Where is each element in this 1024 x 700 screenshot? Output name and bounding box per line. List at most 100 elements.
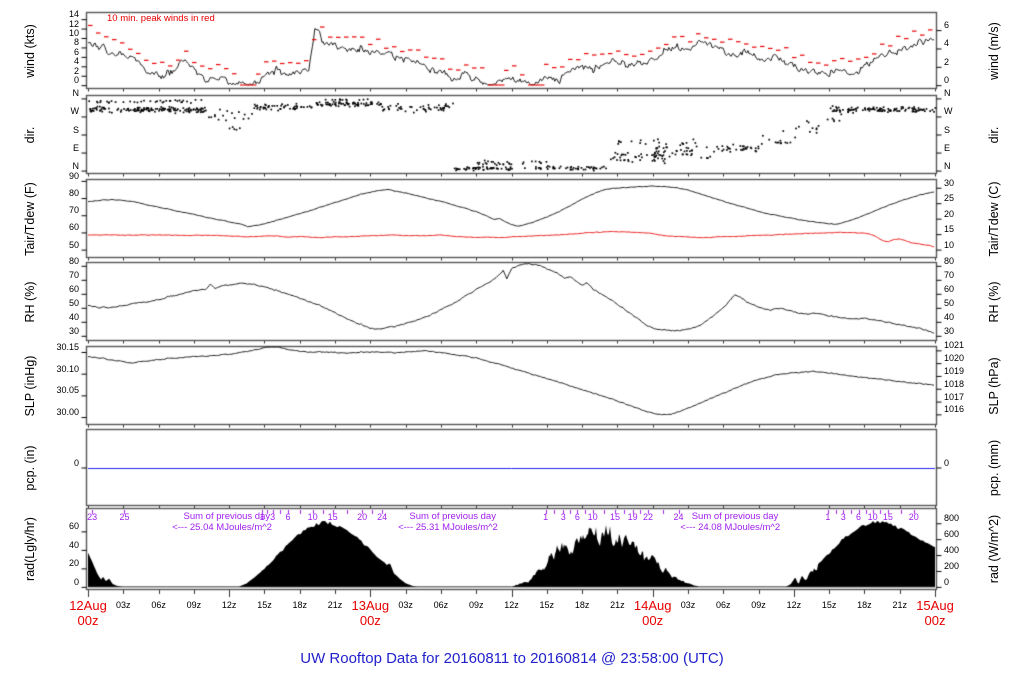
x-major-label: 15Aug 00z: [916, 598, 954, 628]
rad-cumsum-tick: 20: [908, 512, 919, 522]
rad-cumsum-tick: 23: [87, 512, 98, 522]
rad-cumsum-tick: 15: [882, 512, 893, 522]
y-tick-label-right-wind: 6: [944, 20, 950, 31]
y-tick-label-right-slp: 1019: [944, 365, 965, 376]
rad-cumsum-tick: 15: [610, 512, 621, 522]
y-tick-label-right-slp: 1018: [944, 378, 965, 389]
x-minor-label: 09z: [468, 600, 484, 610]
y-tick-label-right-rh: 40: [944, 311, 955, 322]
axis-title-right-dir: dir.: [987, 126, 1001, 143]
y-tick-label-left-rh: 30: [68, 325, 79, 336]
y-tick-label-right-rh: 30: [944, 325, 955, 336]
y-tick-label-right-rh: 80: [944, 255, 955, 266]
x-minor-label: 21z: [610, 600, 625, 610]
axis-title-right-rad: rad (W/m^2): [987, 514, 1001, 584]
x-minor-label: 06z: [151, 600, 166, 610]
x-minor-label: 06z: [433, 600, 449, 610]
y-tick-label-left-rh: 70: [68, 269, 79, 280]
x-minor-label: 21z: [892, 600, 907, 610]
rad-cumsum-tick: 19: [627, 512, 638, 522]
y-tick-label-left-dir: N: [72, 88, 80, 99]
y-tick-label-right-dir: N: [944, 160, 951, 171]
y-tick-label-right-dir: N: [944, 88, 951, 99]
y-tick-label-right-temp: 25: [944, 193, 955, 204]
rad-cumsum-tick: 10: [307, 512, 318, 522]
y-tick-label-left-dir: N: [72, 160, 80, 171]
x-major-label: 14Aug 00z: [633, 598, 672, 628]
y-tick-label-left-dir: W: [70, 106, 80, 117]
rad-cumsum-tick: 22: [642, 512, 653, 522]
rad-cumsum-tick: 3: [270, 512, 276, 522]
y-tick-label-right-slp: 1020: [944, 353, 965, 364]
rad-cumsum-tick: 6: [285, 512, 291, 522]
y-tick-label-left-pcp: 0: [73, 457, 79, 468]
x-minor-label: 15z: [257, 600, 272, 610]
x-minor-label: 06z: [715, 600, 731, 610]
rad-cumsum-tick: 25: [119, 512, 130, 522]
y-tick-label-right-rad: 400: [944, 545, 960, 556]
y-tick-label-left-wind: 10: [68, 28, 79, 38]
rad-cumsum-tick: 3: [560, 512, 566, 522]
y-tick-label-right-rh: 50: [944, 297, 955, 308]
y-tick-label-right-rad: 600: [944, 529, 960, 540]
y-tick-label-right-slp: 1021: [944, 340, 965, 351]
y-tick-label-right-temp: 10: [944, 239, 955, 250]
y-tick-label-left-rh: 50: [68, 297, 79, 308]
y-tick-label-right-temp: 15: [944, 224, 955, 235]
x-minor-label: 03z: [680, 600, 696, 610]
y-tick-label-left-wind: 6: [73, 46, 79, 57]
y-tick-label-left-slp: 30.00: [56, 407, 79, 418]
y-tick-label-right-rh: 60: [944, 283, 955, 294]
axis-title-left-wind: wind (kts): [23, 23, 37, 78]
rad-sum-value: <--- 24.08 MJoules/m^2: [680, 522, 781, 533]
axis-title-left-rh: RH (%): [23, 281, 37, 322]
meteogram-canvas: [0, 0, 1024, 700]
y-tick-label-left-temp: 70: [68, 205, 79, 216]
axis-title-left-pcp: pcp. (in): [23, 444, 37, 491]
axis-title-left-dir: dir.: [23, 126, 37, 143]
rad-cumsum-tick: 15: [327, 512, 338, 522]
y-tick-label-left-rad: 60: [68, 521, 79, 532]
y-tick-label-right-dir: E: [944, 142, 951, 153]
y-tick-label-left-slp: 30.05: [56, 385, 79, 396]
x-minor-label: 18z: [292, 600, 308, 610]
y-tick-label-left-wind: 4: [73, 56, 79, 67]
rad-sum-label: Sum of previous day: [183, 511, 271, 522]
y-tick-label-left-rad: 20: [68, 558, 79, 569]
y-tick-label-left-wind: 14: [68, 9, 79, 20]
rad-sum-value: <--- 25.04 MJoules/m^2: [172, 522, 272, 533]
y-tick-label-right-wind: 0: [944, 75, 950, 86]
y-tick-label-left-temp: 80: [68, 188, 79, 199]
axis-title-right-wind: wind (m/s): [987, 21, 1001, 80]
y-tick-label-left-dir: S: [72, 124, 79, 135]
y-tick-label-left-rad: 0: [73, 576, 79, 587]
axis-title-left-rad: rad(Lgly/hr): [23, 517, 37, 581]
y-tick-label-right-wind: 4: [944, 38, 950, 49]
x-minor-label: 09z: [186, 600, 202, 610]
axis-title-right-pcp: pcp. (mm): [987, 439, 1001, 496]
y-tick-label-right-dir: S: [944, 124, 951, 135]
y-tick-label-left-wind: 2: [73, 65, 79, 76]
y-tick-label-left-slp: 30.15: [56, 341, 79, 352]
y-tick-label-left-rh: 80: [68, 255, 79, 266]
rad-sum-label: Sum of previous day: [691, 511, 779, 522]
rad-cumsum-tick: 1: [825, 512, 831, 522]
chart-title: UW Rooftop Data for 20160811 to 20160814…: [300, 650, 724, 667]
y-tick-label-right-rad: 0: [944, 576, 950, 587]
y-tick-label-left-wind: 8: [73, 37, 79, 48]
x-major-label: 13Aug 00z: [351, 598, 390, 628]
y-tick-label-right-wind: 2: [944, 56, 950, 67]
y-tick-label-left-wind: 0: [73, 75, 79, 86]
x-minor-label: 03z: [116, 600, 131, 610]
axis-title-right-slp: SLP (hPa): [987, 356, 1001, 415]
y-tick-label-right-temp: 30: [944, 177, 955, 188]
x-minor-label: 21z: [327, 600, 343, 610]
rad-cumsum-tick: 3: [840, 512, 846, 522]
axis-title-left-slp: SLP (inHg): [23, 355, 37, 416]
y-tick-label-left-temp: 90: [68, 170, 79, 181]
x-minor-label: 15z: [539, 600, 555, 610]
y-tick-label-right-pcp: 0: [944, 457, 950, 468]
y-tick-label-left-rh: 40: [68, 311, 79, 322]
rad-cumsum-tick: 10: [587, 512, 598, 522]
y-tick-label-right-dir: W: [944, 106, 953, 117]
